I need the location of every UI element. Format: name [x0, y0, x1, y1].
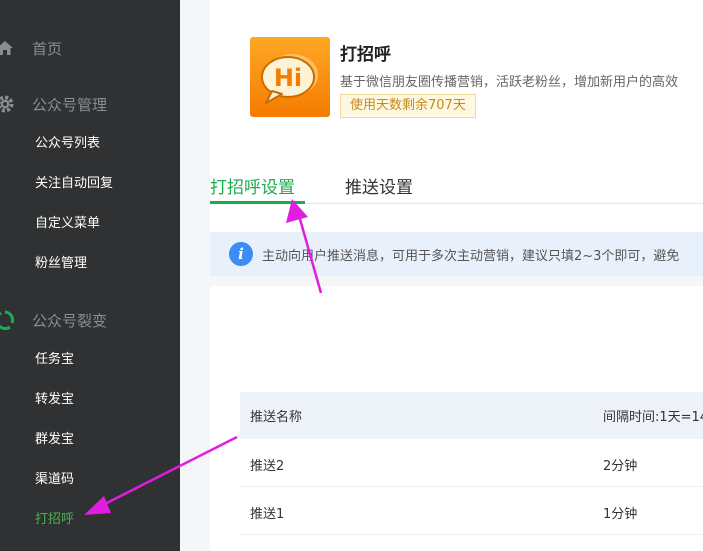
- app-logo-text: Hi: [274, 64, 302, 92]
- header-push-name: 推送名称: [250, 410, 303, 425]
- app-logo: Hi: [250, 37, 330, 117]
- table-row[interactable]: 推送1 1分钟: [240, 487, 703, 535]
- active-tab-indicator: [210, 201, 305, 204]
- app-description: 基于微信朋友圈传播营销，活跃老粉丝，增加新用户的高效: [340, 75, 679, 90]
- sidebar-item-label: 首页: [32, 39, 63, 58]
- info-icon: i: [229, 242, 253, 266]
- sidebar-item-home[interactable]: 首页: [0, 28, 180, 68]
- tab-greeting-settings[interactable]: 打招呼设置: [210, 173, 295, 198]
- gear-icon: [0, 93, 16, 115]
- cell-push-name: 推送1: [250, 507, 285, 522]
- cell-interval: 2分钟: [603, 459, 638, 474]
- tab-bar: 打招呼设置 推送设置: [210, 168, 703, 204]
- info-notice: i 主动向用户推送消息，可用于多次主动营销，建议只填2~3个即可，避免: [210, 232, 703, 276]
- sidebar: 首页 公众号管理 公众号列表 关注自动回复 自定义菜单 粉丝管理 公众号裂变 任…: [0, 0, 180, 551]
- sidebar-group-account-management[interactable]: 公众号管理: [0, 84, 180, 124]
- sidebar-item-follow-auto-reply[interactable]: 关注自动回复: [35, 174, 113, 194]
- sidebar-item-fans-management[interactable]: 粉丝管理: [35, 254, 87, 274]
- cell-interval: 1分钟: [603, 507, 638, 522]
- sidebar-item-task[interactable]: 任务宝: [35, 350, 74, 370]
- content-gutter: [180, 0, 210, 551]
- app-title: 打招呼: [340, 45, 391, 65]
- table-row[interactable]: 推送2 2分钟: [240, 439, 703, 487]
- sidebar-group-label: 公众号管理: [32, 95, 108, 114]
- sidebar-item-group-send[interactable]: 群发宝: [35, 430, 74, 450]
- section-divider: [210, 276, 703, 286]
- sidebar-item-forward[interactable]: 转发宝: [35, 390, 74, 410]
- main-content: Hi 打招呼 基于微信朋友圈传播营销，活跃老粉丝，增加新用户的高效 使用天数剩余…: [210, 0, 703, 551]
- home-icon: [0, 37, 16, 59]
- notice-text: 主动向用户推送消息，可用于多次主动营销，建议只填2~3个即可，避免: [262, 248, 680, 264]
- sidebar-item-channel-code[interactable]: 渠道码: [35, 470, 74, 490]
- sidebar-item-greeting[interactable]: 打招呼: [35, 510, 74, 530]
- cell-push-name: 推送2: [250, 459, 285, 474]
- tab-push-settings[interactable]: 推送设置: [345, 173, 413, 198]
- sidebar-item-custom-menu[interactable]: 自定义菜单: [35, 214, 100, 234]
- sidebar-group-label: 公众号裂变: [32, 311, 108, 330]
- table-header: 推送名称 间隔时间:1天=14: [240, 392, 703, 439]
- sidebar-group-fission[interactable]: 公众号裂变: [0, 300, 180, 340]
- remaining-days-badge: 使用天数剩余707天: [340, 94, 476, 118]
- header-interval: 间隔时间:1天=14: [603, 410, 703, 425]
- sidebar-item-account-list[interactable]: 公众号列表: [35, 134, 100, 154]
- recycle-icon: [0, 309, 16, 331]
